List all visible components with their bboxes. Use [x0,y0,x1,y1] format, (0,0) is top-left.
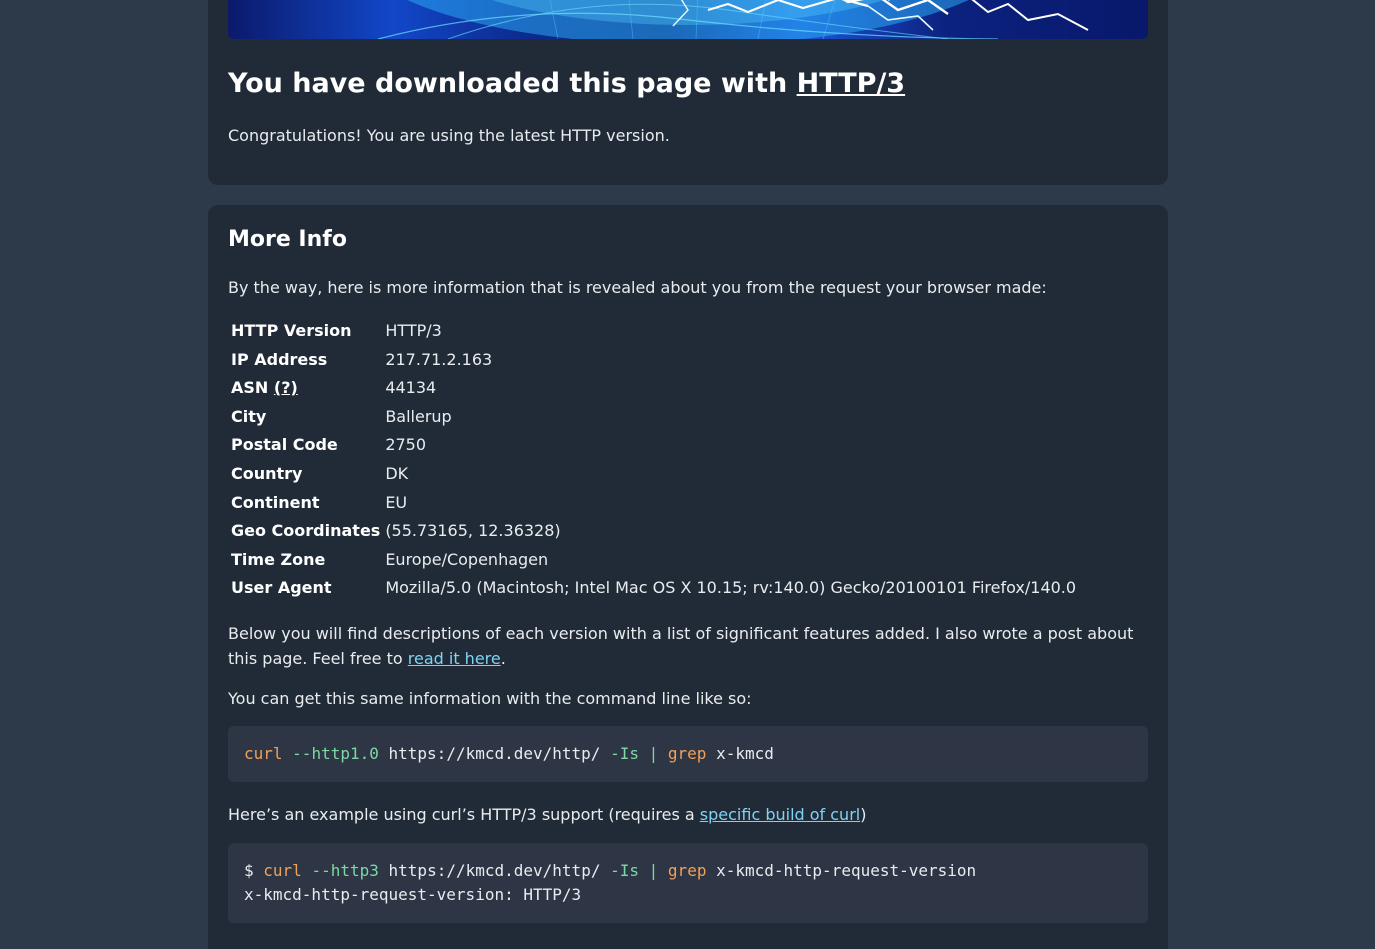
congrats-text: Congratulations! You are using the lates… [228,126,670,145]
asn-help-link[interactable]: (?) [274,378,298,397]
code-arg: x-kmcd [716,744,774,763]
status-card: You have downloaded this page with HTTP/… [208,0,1168,185]
http3-end: ) [860,805,867,824]
table-row: Time Zone Europe/Copenhagen [228,546,1079,575]
code-block-http3[interactable]: $ curl --http3 https://kmcd.dev/http/ -I… [228,843,1148,923]
row-label: Time Zone [231,549,326,569]
row-value: Ballerup [385,406,452,426]
descriptions-paragraph: Below you will find descriptions of each… [228,621,1138,671]
asn-label: ASN [231,378,269,398]
row-label: HTTP Version [231,321,352,340]
row-value: Mozilla/5.0 (Macintosh; Intel Mac OS X 1… [385,578,1077,598]
http3-paragraph: Here’s an example using curl’s HTTP/3 su… [228,802,866,827]
page-title: You have downloaded this page with HTTP/… [228,68,905,99]
table-row: Country DK [228,460,1079,489]
code-output: x-kmcd-http-request-version: HTTP/3 [244,885,582,904]
row-value: HTTP/3 [385,321,442,340]
more-info-card: More Info By the way, here is more infor… [208,205,1168,949]
descriptions-end: . [500,649,506,668]
row-label-asn: ASN (?) [228,374,384,403]
code-arg: x-kmcd-http-request-version [716,861,977,880]
table-row: HTTP Version HTTP/3 [228,317,1079,346]
row-label: City [231,406,267,426]
table-row: IP Address 217.71.2.163 [228,346,1079,375]
table-row: Continent EU [228,489,1079,518]
row-value: 44134 [385,378,437,398]
row-label: Continent [231,492,320,512]
row-value: (55.73165, 12.36328) [385,521,561,541]
table-row: Postal Code 2750 [228,431,1079,460]
specific-build-link[interactable]: specific build of curl [700,805,860,824]
row-label: Postal Code [231,435,338,455]
code-flag: --http1.0 [292,744,379,763]
code-pipe: | [648,744,659,763]
row-value: 217.71.2.163 [385,349,493,369]
http3-text: Here’s an example using curl’s HTTP/3 su… [228,805,695,824]
table-row: City Ballerup [228,403,1079,432]
row-value: 2750 [385,435,427,455]
code-grep: grep [667,744,707,763]
more-info-intro: By the way, here is more information tha… [228,278,1047,297]
code-option: -Is [610,744,639,763]
row-value: EU [385,492,408,512]
page: You have downloaded this page with HTTP/… [0,0,1375,949]
request-info-table: HTTP Version HTTP/3 IP Address 217.71.2.16… [228,317,1079,603]
table-row: User Agent Mozilla/5.0 (Macintosh; Intel … [228,574,1079,603]
cli-paragraph: You can get this same information with t… [228,689,752,708]
code-url: https://kmcd.dev/http/ [388,861,601,880]
code-grep: grep [667,861,707,880]
code-block-http1[interactable]: curl --http1.0 https://kmcd.dev/http/ -I… [228,726,1148,782]
code-command: curl [263,861,302,880]
code-flag: --http3 [311,861,379,880]
row-value: DK [385,463,409,483]
lightning-globe-graphic [377,0,1089,39]
code-prompt: $ [244,861,254,880]
page-title-text: You have downloaded this page with [228,68,788,99]
table-row: Geo Coordinates (55.73165, 12.36328) [228,517,1079,546]
row-value: Europe/Copenhagen [385,549,549,569]
http3-link[interactable]: HTTP/3 [797,68,906,99]
table-row: ASN (?) 44134 [228,374,1079,403]
row-label: IP Address [231,349,328,369]
hero-banner-image [228,0,1148,39]
code-option: -Is [610,861,639,880]
code-url: https://kmcd.dev/http/ [388,744,601,763]
row-label: User Agent [231,578,332,598]
code-command: curl [244,744,283,763]
code-pipe: | [648,861,659,880]
read-it-here-link[interactable]: read it here [408,649,501,668]
row-label: Country [231,463,303,483]
row-label: Geo Coordinates [231,521,381,541]
descriptions-text: Below you will find descriptions of each… [228,624,1134,668]
more-info-title: More Info [228,227,347,252]
